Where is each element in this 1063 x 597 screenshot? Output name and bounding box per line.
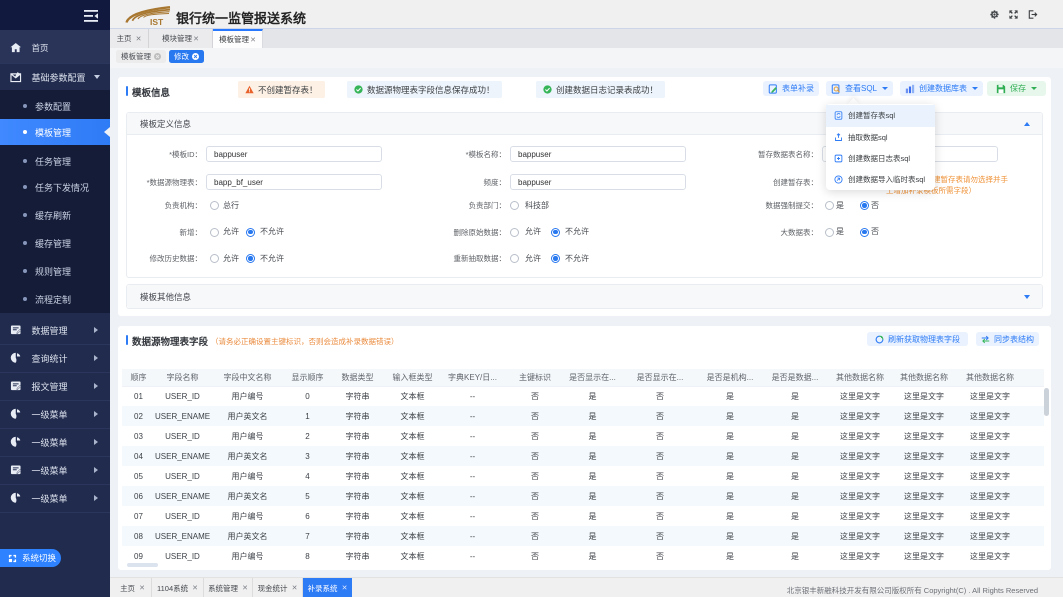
- svg-text:IST: IST: [150, 17, 164, 26]
